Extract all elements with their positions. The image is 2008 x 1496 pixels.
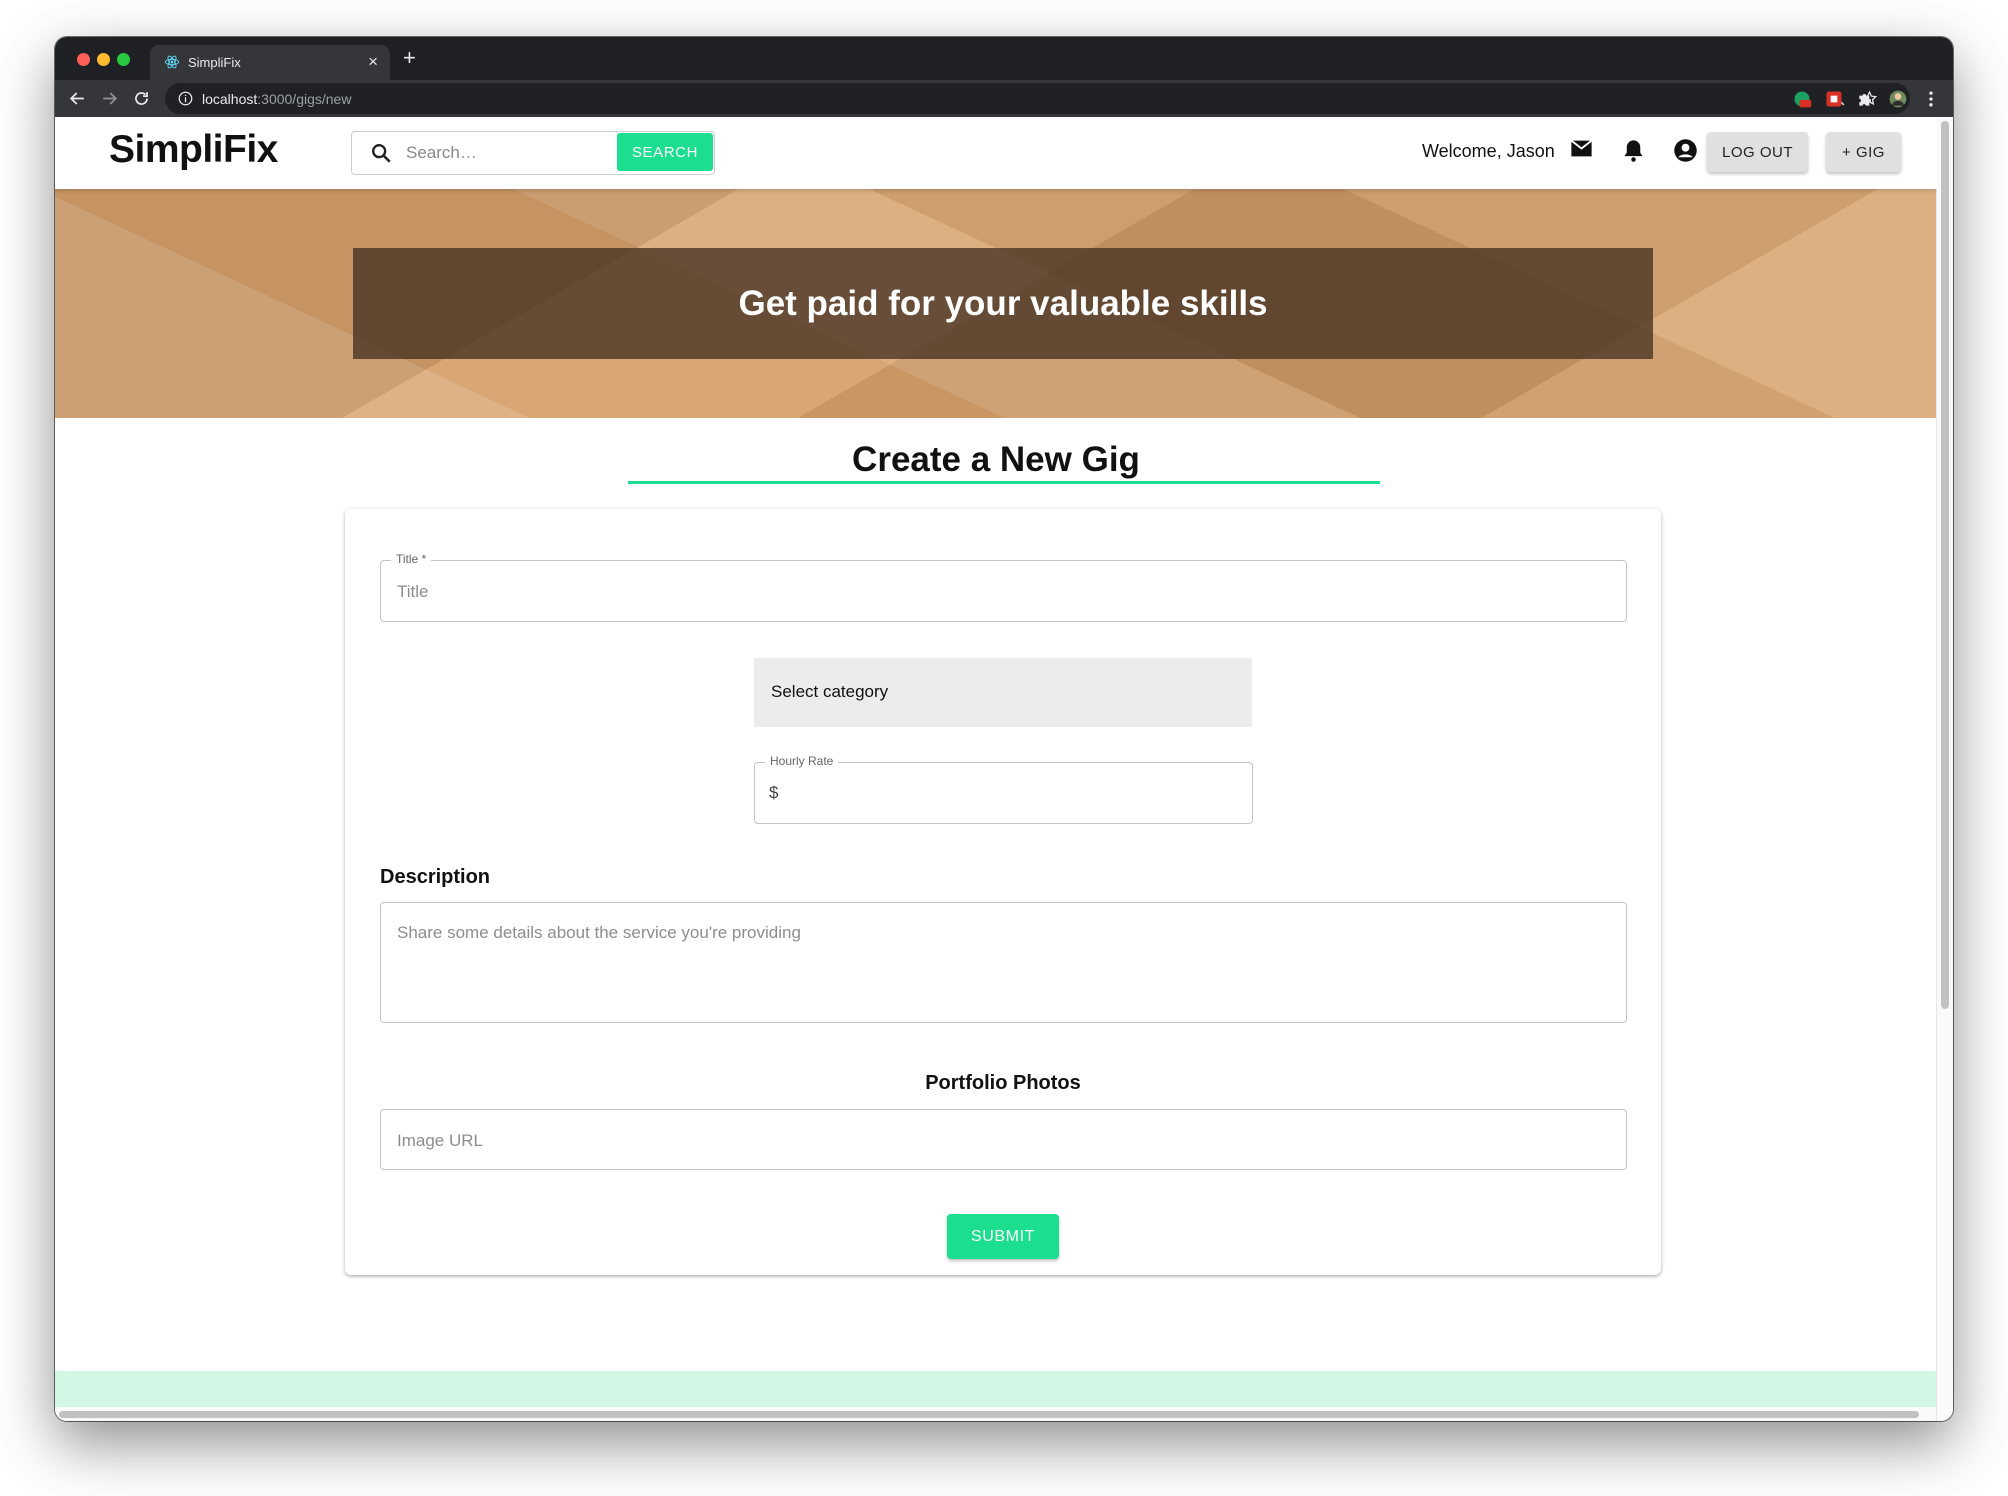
dollar-prefix: $ [769, 783, 779, 802]
close-window-button[interactable] [77, 53, 90, 66]
back-arrow-icon[interactable] [68, 89, 87, 108]
submit-button[interactable]: SUBMIT [947, 1214, 1059, 1259]
profile-avatar-icon[interactable] [1888, 89, 1908, 109]
browser-toolbar: localhost:3000/gigs/new [55, 80, 1953, 117]
footer-band [55, 1371, 1937, 1407]
url-text: localhost:3000/gigs/new [202, 91, 351, 107]
tab-bar: SimpliFix × + [55, 37, 1953, 80]
hero-overlay: Get paid for your valuable skills [353, 248, 1653, 359]
react-icon [164, 55, 180, 69]
title-field[interactable]: Title * [380, 552, 1627, 623]
maximize-window-button[interactable] [117, 53, 130, 66]
search-icon [372, 144, 391, 163]
logo[interactable]: SimpliFix [109, 128, 278, 172]
extension-red-icon[interactable] [1824, 89, 1844, 109]
info-icon[interactable] [178, 91, 193, 106]
image-url-field[interactable] [380, 1109, 1627, 1171]
search-input[interactable] [404, 138, 608, 168]
account-circle-icon[interactable] [1672, 137, 1699, 164]
tab-close-icon[interactable]: × [368, 52, 378, 72]
page-title: Create a New Gig [852, 440, 1140, 479]
new-tab-button[interactable]: + [403, 47, 416, 69]
hero-banner: Get paid for your valuable skills [55, 189, 1937, 418]
tab-title: SimpliFix [188, 55, 241, 70]
welcome-text: Welcome, Jason [1422, 141, 1555, 161]
search-bar: SEARCH [351, 131, 715, 175]
puzzle-icon[interactable] [1856, 89, 1876, 109]
url-host: localhost [202, 91, 258, 107]
title-underline [628, 481, 1380, 484]
hourly-rate-field[interactable]: Hourly Rate $ [754, 754, 1253, 825]
description-label: Description [380, 866, 491, 888]
bell-icon[interactable] [1620, 137, 1647, 164]
app-header: SimpliFix SEARCH Welcome, Jason [55, 117, 1937, 189]
portfolio-photos-label: Portfolio Photos [925, 1072, 1081, 1094]
hourly-rate-input[interactable] [785, 763, 1242, 825]
logout-button[interactable]: LOG OUT [1707, 132, 1808, 172]
description-textarea[interactable] [395, 921, 1616, 1008]
browser-window: SimpliFix × + localhost:3000/gigs/new Si… [55, 37, 1953, 1421]
vertical-scrollbar[interactable] [1936, 117, 1953, 1421]
minimize-window-button[interactable] [97, 53, 110, 66]
browser-tab[interactable]: SimpliFix × [150, 45, 390, 80]
page-viewport: SimpliFix SEARCH Welcome, Jason [55, 117, 1937, 1421]
forward-arrow-icon[interactable] [100, 89, 119, 108]
horizontal-scroll-thumb[interactable] [59, 1411, 1919, 1418]
title-input[interactable] [395, 561, 1616, 623]
search-button[interactable]: SEARCH [617, 133, 713, 171]
description-field[interactable] [380, 902, 1627, 1023]
address-bar[interactable]: localhost:3000/gigs/new [165, 83, 1910, 114]
hero-tagline: Get paid for your valuable skills [738, 284, 1268, 323]
mail-icon[interactable] [1568, 135, 1595, 162]
horizontal-scrollbar[interactable] [55, 1407, 1937, 1421]
category-select-value: Select category [771, 682, 889, 701]
gig-form-card: Title * Select category Hourly Rate $ De… [345, 509, 1661, 1275]
image-url-input[interactable] [395, 1110, 1616, 1171]
vertical-scroll-thumb[interactable] [1941, 121, 1949, 1009]
url-path: :3000/gigs/new [257, 91, 352, 107]
reload-icon[interactable] [132, 89, 151, 108]
add-gig-button[interactable]: + GIG [1826, 132, 1901, 172]
extension-green-icon[interactable] [1792, 89, 1812, 109]
category-select[interactable]: Select category [754, 658, 1252, 727]
more-menu-icon[interactable] [1921, 89, 1941, 109]
